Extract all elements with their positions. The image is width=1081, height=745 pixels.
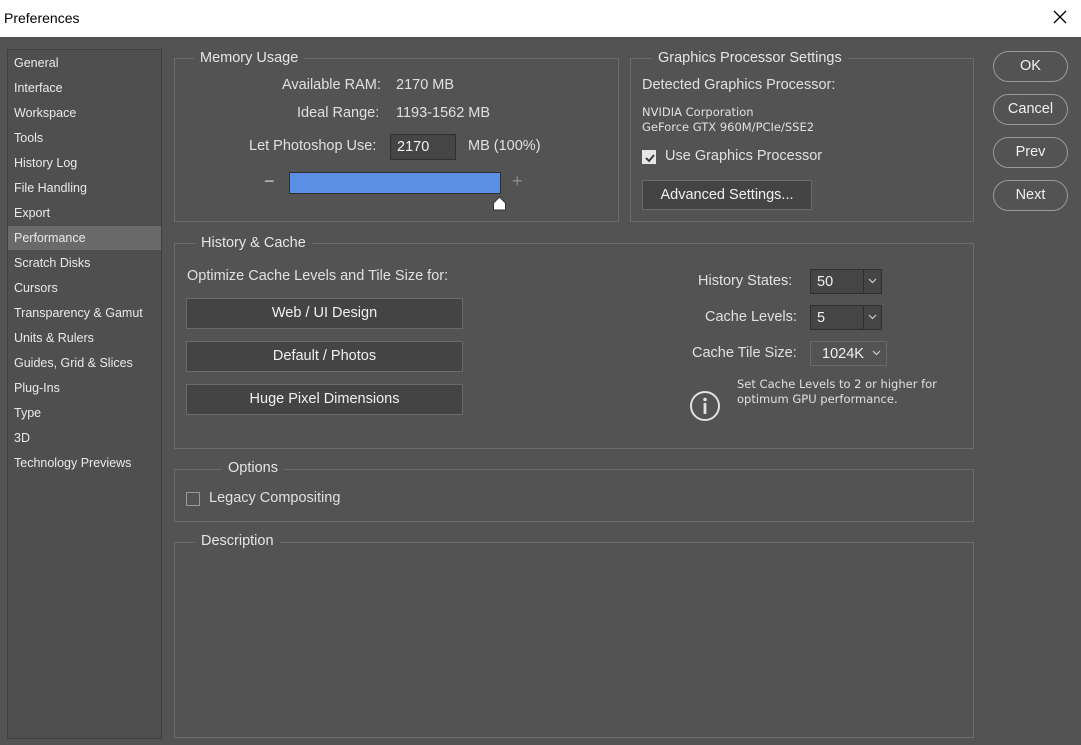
sidebar-item-interface[interactable]: Interface — [8, 76, 161, 100]
default-photos-button[interactable]: Default / Photos — [186, 341, 463, 372]
cancel-button[interactable]: Cancel — [993, 94, 1068, 125]
window-title: Preferences — [4, 10, 80, 26]
preferences-sidebar: General Interface Workspace Tools Histor… — [7, 49, 162, 739]
cache-info-line2: optimum GPU performance. — [737, 392, 898, 406]
slider-thumb-icon[interactable] — [492, 196, 507, 211]
gpu-model: GeForce GTX 960M/PCIe/SSE2 — [642, 120, 815, 134]
cache-levels-select[interactable]: 5 — [810, 305, 882, 330]
chevron-down-icon — [863, 306, 881, 329]
legacy-compositing-label: Legacy Compositing — [209, 490, 341, 506]
cache-tile-size-value: 1024K — [822, 346, 864, 362]
sidebar-item-transparency-gamut[interactable]: Transparency & Gamut — [8, 301, 161, 325]
chevron-down-icon — [863, 270, 881, 293]
use-gpu-checkbox[interactable] — [642, 150, 656, 164]
memory-decrease-button[interactable]: − — [264, 171, 275, 192]
web-ui-design-button[interactable]: Web / UI Design — [186, 298, 463, 329]
checkmark-icon — [645, 154, 655, 163]
memory-slider[interactable] — [289, 172, 501, 194]
cache-levels-label: Cache Levels: — [705, 309, 797, 325]
history-cache-title: History & Cache — [195, 235, 312, 251]
info-icon — [689, 390, 721, 422]
gpu-vendor: NVIDIA Corporation — [642, 105, 754, 119]
memory-increase-button[interactable]: + — [512, 171, 523, 192]
close-icon[interactable] — [1051, 8, 1069, 26]
sidebar-item-performance[interactable]: Performance — [8, 226, 161, 250]
sidebar-item-cursors[interactable]: Cursors — [8, 276, 161, 300]
sidebar-item-technology-previews[interactable]: Technology Previews — [8, 451, 161, 475]
sidebar-item-guides-grid-slices[interactable]: Guides, Grid & Slices — [8, 351, 161, 375]
use-gpu-label: Use Graphics Processor — [665, 148, 823, 164]
detected-gpu-label: Detected Graphics Processor: — [642, 77, 836, 93]
sidebar-item-plug-ins[interactable]: Plug-Ins — [8, 376, 161, 400]
prev-button[interactable]: Prev — [993, 137, 1068, 168]
advanced-settings-button[interactable]: Advanced Settings... — [642, 180, 812, 210]
available-ram-value: 2170 MB — [396, 77, 455, 93]
next-button[interactable]: Next — [993, 180, 1068, 211]
legacy-compositing-checkbox[interactable] — [186, 492, 200, 506]
sidebar-item-export[interactable]: Export — [8, 201, 161, 225]
available-ram-label: Available RAM: — [282, 77, 381, 93]
cache-tile-size-label: Cache Tile Size: — [692, 345, 797, 361]
memory-usage-title: Memory Usage — [194, 50, 305, 66]
history-states-select[interactable]: 50 — [810, 269, 882, 294]
cache-info-line1: Set Cache Levels to 2 or higher for — [737, 377, 937, 391]
sidebar-item-scratch-disks[interactable]: Scratch Disks — [8, 251, 161, 275]
title-bar: Preferences — [0, 0, 1081, 37]
sidebar-item-history-log[interactable]: History Log — [8, 151, 161, 175]
gpu-settings-title: Graphics Processor Settings — [652, 50, 848, 66]
memory-use-suffix: MB (100%) — [468, 138, 541, 154]
sidebar-item-3d[interactable]: 3D — [8, 426, 161, 450]
huge-pixel-dimensions-button[interactable]: Huge Pixel Dimensions — [186, 384, 463, 415]
cache-levels-value: 5 — [817, 310, 826, 326]
description-title: Description — [195, 533, 280, 549]
sidebar-item-file-handling[interactable]: File Handling — [8, 176, 161, 200]
sidebar-item-tools[interactable]: Tools — [8, 126, 161, 150]
sidebar-item-type[interactable]: Type — [8, 401, 161, 425]
history-states-label: History States: — [698, 273, 793, 289]
ok-button[interactable]: OK — [993, 51, 1068, 82]
description-group — [174, 542, 974, 738]
optimize-cache-label: Optimize Cache Levels and Tile Size for: — [187, 268, 449, 284]
sidebar-item-units-rulers[interactable]: Units & Rulers — [8, 326, 161, 350]
memory-use-input[interactable] — [390, 134, 456, 160]
cache-tile-size-select[interactable]: 1024K — [810, 341, 887, 366]
history-states-value: 50 — [817, 274, 834, 290]
chevron-down-icon — [868, 342, 886, 365]
ideal-range-value: 1193-1562 MB — [396, 105, 491, 121]
sidebar-item-workspace[interactable]: Workspace — [8, 101, 161, 125]
sidebar-item-general[interactable]: General — [8, 51, 161, 75]
ideal-range-label: Ideal Range: — [297, 105, 380, 121]
options-title: Options — [222, 460, 284, 476]
photoshop-use-label: Let Photoshop Use: — [249, 138, 377, 154]
